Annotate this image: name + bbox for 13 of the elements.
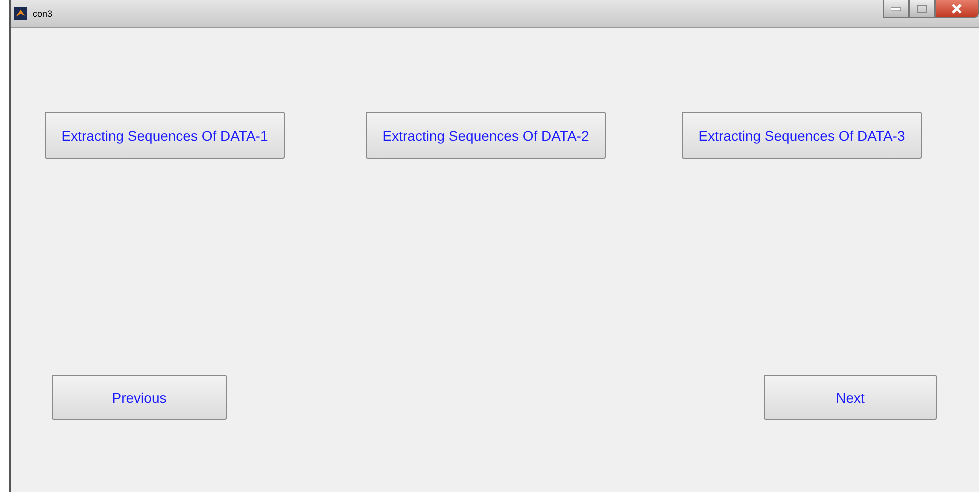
app-logo-icon bbox=[14, 7, 27, 20]
minimize-icon bbox=[891, 6, 901, 10]
maximize-button[interactable] bbox=[909, 0, 935, 18]
minimize-button[interactable] bbox=[883, 0, 909, 18]
close-icon bbox=[951, 4, 963, 14]
window-title: con3 bbox=[33, 8, 53, 18]
extract-button[interactable]: Extracting Sequences Of DATA-3 bbox=[682, 112, 922, 159]
extract-button[interactable]: Extracting Sequences Of DATA-2 bbox=[366, 112, 606, 159]
extract-button[interactable]: Extracting Sequences Of DATA-1 bbox=[45, 112, 285, 159]
maximize-icon bbox=[917, 4, 927, 12]
close-button[interactable] bbox=[935, 0, 979, 18]
previous-button[interactable]: Previous bbox=[52, 375, 227, 420]
next-button[interactable]: Next bbox=[764, 375, 937, 420]
